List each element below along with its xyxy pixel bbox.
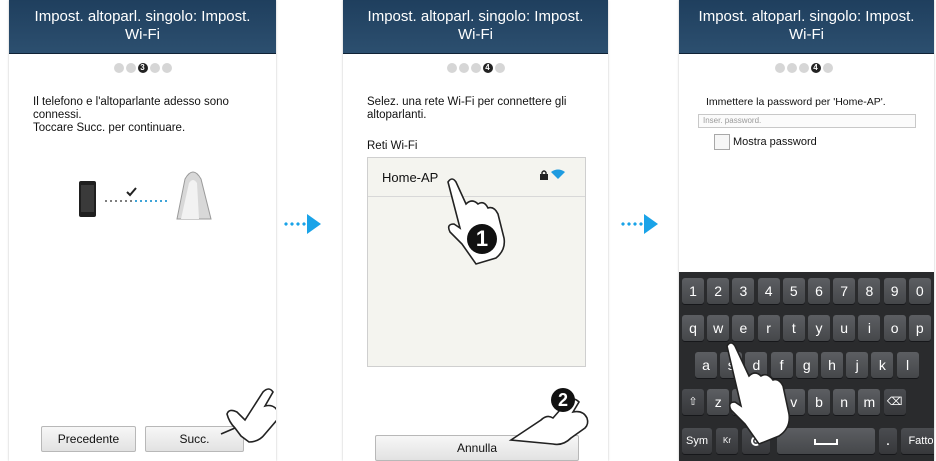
step-dot xyxy=(798,63,809,73)
step-dot xyxy=(125,63,136,73)
password-input[interactable]: Inser. password. xyxy=(698,114,916,128)
keyboard-key[interactable]: 4 xyxy=(757,278,780,304)
keyboard-key[interactable]: y xyxy=(808,315,830,341)
keyboard-key[interactable]: ⌫ xyxy=(883,389,906,415)
screen-select-network: Impost. altoparl. singolo: Impost. Wi-Fi… xyxy=(343,0,608,461)
lock-icon xyxy=(540,170,548,180)
password-prompt: Immettere la password per 'Home-AP'. xyxy=(706,96,886,108)
step-indicator: 3 xyxy=(9,63,276,75)
step-dot xyxy=(458,63,469,73)
next-arrow-icon xyxy=(283,214,323,234)
keyboard-key[interactable]: j xyxy=(846,352,869,378)
show-password-checkbox[interactable] xyxy=(714,134,730,150)
screen-title: Impost. altoparl. singolo: Impost. Wi-Fi xyxy=(367,8,584,43)
step-dot xyxy=(494,63,505,73)
keyboard-key[interactable]: a xyxy=(695,352,717,378)
connection-illustration xyxy=(79,171,212,220)
instruction-text: Il telefono e l'altoparlante adesso sono… xyxy=(33,96,229,134)
keyboard-key[interactable]: h xyxy=(821,352,843,378)
punctuation-key[interactable]: . xyxy=(879,428,897,454)
instruction-text: Selez. una rete Wi-Fi per connettere gli… xyxy=(367,96,567,121)
keyboard-key[interactable]: e xyxy=(732,315,755,341)
tap-hand-icon xyxy=(508,398,589,446)
keyboard-key[interactable]: 7 xyxy=(833,278,856,304)
keyboard-key[interactable]: 3 xyxy=(732,278,755,304)
keyboard-key[interactable]: ⇧ xyxy=(682,389,704,415)
keyboard-key[interactable]: 2 xyxy=(707,278,730,304)
keyboard-key[interactable]: 6 xyxy=(808,278,830,304)
step-dot-current: 3 xyxy=(137,63,148,73)
show-password-label: Mostra password xyxy=(733,136,817,148)
keyboard-key[interactable]: q xyxy=(682,315,704,341)
keyboard-key[interactable]: r xyxy=(757,315,780,341)
screen-title: Impost. altoparl. singolo: Impost. Wi-Fi xyxy=(698,8,915,43)
screen-enter-password: Impost. altoparl. singolo: Impost. Wi-Fi… xyxy=(679,0,934,461)
wifi-signal-icon xyxy=(551,169,565,179)
keyboard-key[interactable]: p xyxy=(908,315,931,341)
phone-icon xyxy=(79,181,96,217)
keyboard-key[interactable]: m xyxy=(858,389,881,415)
step-dot xyxy=(786,63,797,73)
keyboard-key[interactable]: i xyxy=(858,315,881,341)
title-bar: Impost. altoparl. singolo: Impost. Wi-Fi xyxy=(679,0,934,54)
keyboard-key[interactable]: k xyxy=(871,352,894,378)
keyboard-key[interactable]: n xyxy=(833,389,856,415)
keyboard-key[interactable]: 0 xyxy=(908,278,931,304)
step-dot-current: 4 xyxy=(482,63,493,73)
keyboard-key[interactable]: t xyxy=(782,315,805,341)
keyboard-key[interactable]: w xyxy=(707,315,730,341)
speaker-icon xyxy=(176,171,212,220)
keyboard-key[interactable]: 8 xyxy=(858,278,881,304)
keyboard-key[interactable]: b xyxy=(808,389,830,415)
networks-label: Reti Wi-Fi xyxy=(367,140,418,152)
tap-hand-icon xyxy=(220,388,276,443)
step-dot xyxy=(470,63,481,73)
screen-connected: Impost. altoparl. singolo: Impost. Wi-Fi… xyxy=(9,0,276,461)
tap-hand-icon xyxy=(447,178,506,265)
step-dot xyxy=(774,63,785,73)
keyboard-key[interactable]: l xyxy=(896,352,919,378)
step-dot-current: 4 xyxy=(810,63,821,73)
network-name: Home-AP xyxy=(382,170,439,185)
step-dot xyxy=(113,63,124,73)
step-dot xyxy=(161,63,172,73)
keyboard-key[interactable]: u xyxy=(833,315,856,341)
keyboard-key[interactable]: 1 xyxy=(682,278,704,304)
done-key[interactable]: Fatto xyxy=(901,428,934,454)
tap-hand-icon xyxy=(726,342,791,445)
keyboard-key[interactable]: 5 xyxy=(782,278,805,304)
symbols-key[interactable]: Sym xyxy=(682,428,712,454)
space-icon xyxy=(814,439,838,445)
title-bar: Impost. altoparl. singolo: Impost. Wi-Fi xyxy=(343,0,608,54)
screen-title: Impost. altoparl. singolo: Impost. Wi-Fi xyxy=(34,8,251,43)
keyboard-key[interactable]: o xyxy=(883,315,906,341)
next-arrow-icon xyxy=(620,214,660,234)
keyboard-key[interactable]: 9 xyxy=(883,278,906,304)
step-callout-2: 2 xyxy=(551,388,575,412)
check-icon xyxy=(126,187,137,197)
title-bar: Impost. altoparl. singolo: Impost. Wi-Fi xyxy=(9,0,276,54)
step-dot xyxy=(446,63,457,73)
previous-button[interactable]: Precedente xyxy=(41,426,136,452)
step-dot xyxy=(149,63,160,73)
step-dot xyxy=(822,63,833,73)
step-indicator: 4 xyxy=(679,63,934,75)
step-callout-1: 1 xyxy=(467,224,497,254)
step-indicator: 4 xyxy=(343,63,608,75)
